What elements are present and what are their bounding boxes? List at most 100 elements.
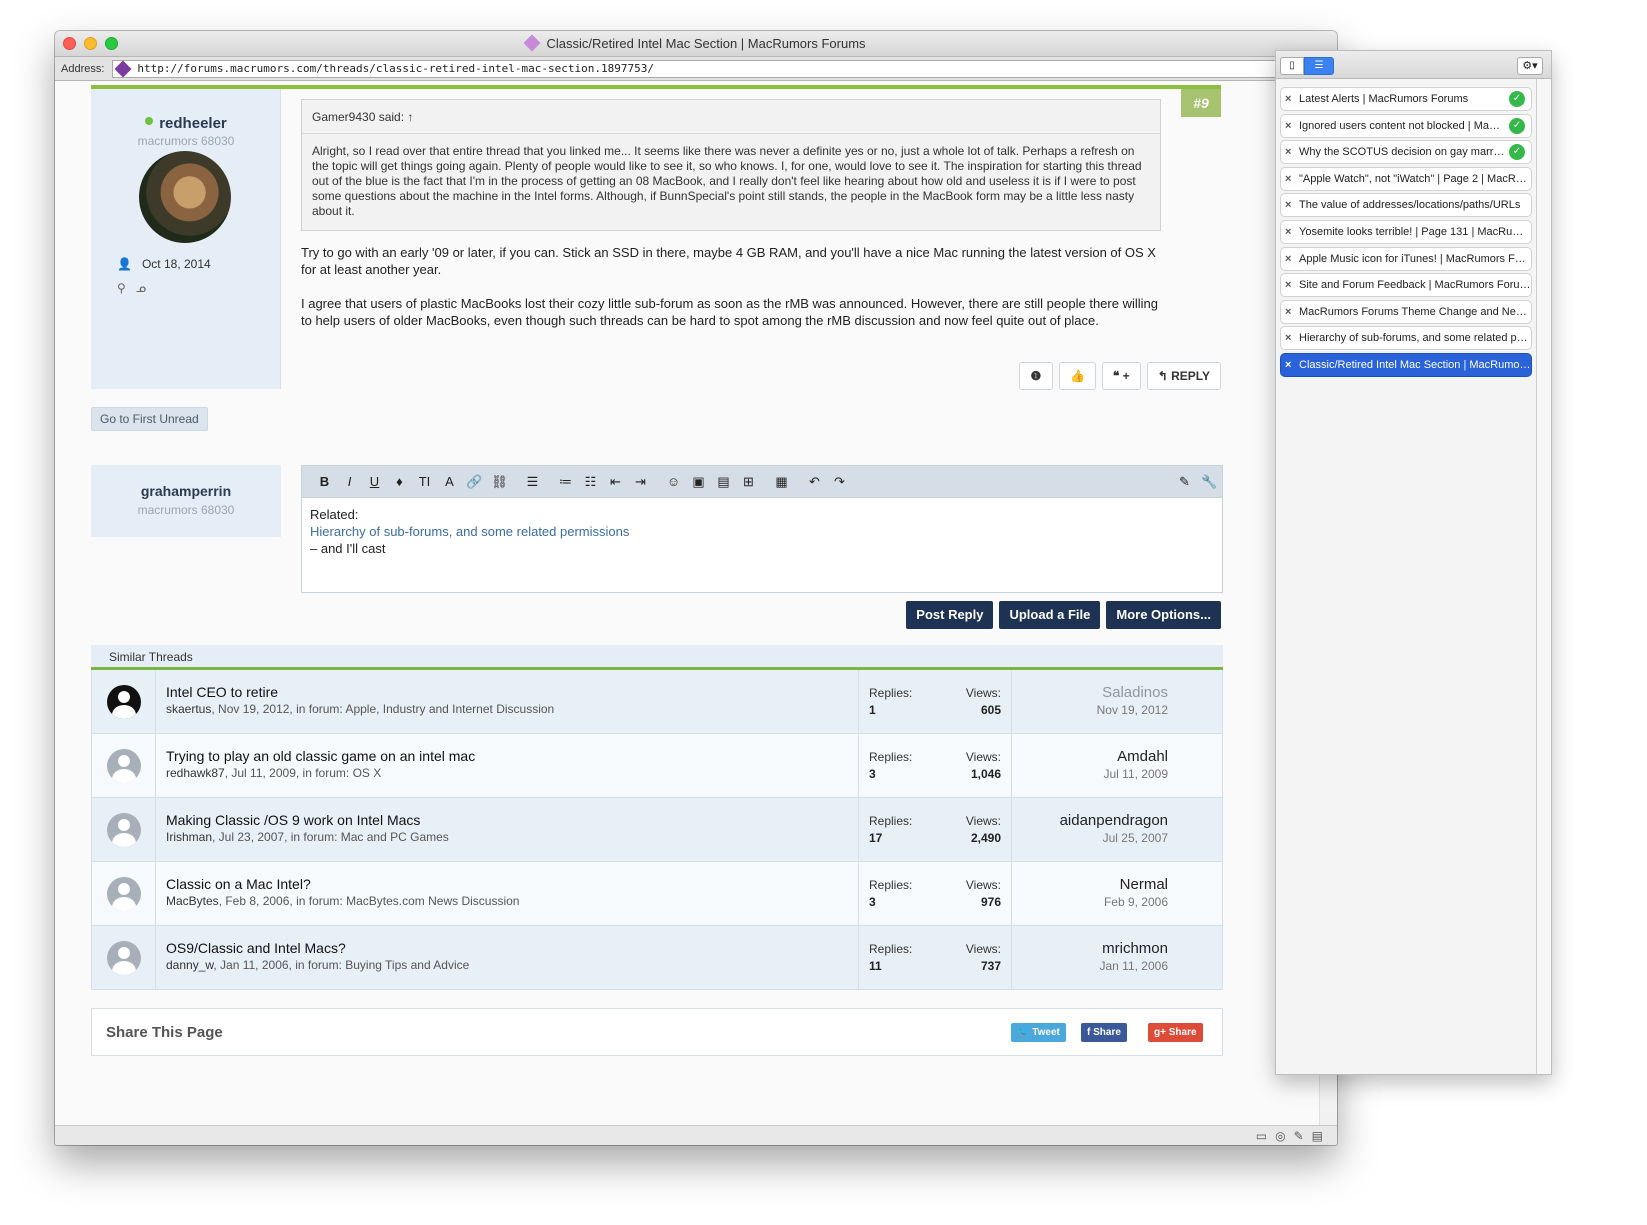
thread-author[interactable]: MacBytes	[166, 894, 219, 908]
font-family-icon[interactable]: A	[437, 474, 462, 489]
sidebar-tab-title[interactable]: The value of addresses/locations/paths/U…	[1299, 199, 1531, 211]
image-icon[interactable]: ▣	[686, 474, 711, 490]
close-tab-icon[interactable]: ×	[1285, 93, 1299, 105]
notes-icon[interactable]: ▤	[1312, 1129, 1323, 1143]
minimize-button[interactable]	[84, 37, 97, 50]
sidebar-tab-title[interactable]: "Apple Watch", not "iWatch" | Page 2 | M…	[1299, 173, 1531, 185]
avatar[interactable]	[139, 151, 231, 243]
last-post-date[interactable]: Jan 11, 2006	[1012, 959, 1168, 973]
bullet-list-icon[interactable]: ≔	[553, 474, 578, 490]
sidebar-tab-item[interactable]: × "Apple Watch", not "iWatch" | Page 2 | …	[1280, 166, 1532, 191]
close-tab-icon[interactable]: ×	[1285, 279, 1299, 291]
list-view-icon[interactable]: ☰	[1304, 57, 1334, 75]
align-icon[interactable]: ☰	[520, 474, 545, 490]
media-icon[interactable]: ▤	[711, 474, 736, 490]
last-post-user[interactable]: Nermal	[1012, 876, 1168, 893]
text-color-icon[interactable]: ♦	[387, 474, 412, 489]
edit-icon[interactable]: ✎	[1294, 1129, 1304, 1143]
report-button[interactable]: ❶	[1018, 362, 1053, 390]
sidebar-tab-title[interactable]: Site and Forum Feedback | MacRumors Foru…	[1299, 279, 1531, 291]
last-post-date[interactable]: Jul 25, 2007	[1012, 831, 1168, 845]
italic-icon[interactable]: I	[337, 474, 362, 489]
quote-author[interactable]: Gamer9430 said: ↑	[302, 100, 1160, 134]
more-options-button[interactable]: More Options...	[1106, 601, 1221, 629]
numbered-list-icon[interactable]: ☷	[578, 474, 603, 490]
close-tab-icon[interactable]: ×	[1285, 359, 1299, 371]
thread-avatar[interactable]	[92, 798, 156, 861]
close-button[interactable]	[63, 37, 76, 50]
undo-icon[interactable]: ↶	[802, 474, 827, 490]
multi-quote-button[interactable]: ❝ +	[1101, 362, 1141, 390]
smilie-icon[interactable]: ☺	[661, 474, 686, 489]
close-tab-icon[interactable]: ×	[1285, 120, 1299, 132]
sidebar-tab-item[interactable]: × Apple Music icon for iTunes! | MacRumor…	[1280, 246, 1532, 271]
zoom-button[interactable]	[105, 37, 118, 50]
editor-link[interactable]: Hierarchy of sub-forums, and some relate…	[310, 523, 1214, 540]
sidebar-scrollbar[interactable]	[1536, 79, 1551, 1074]
last-post-user[interactable]: Saladinos	[1012, 684, 1168, 701]
font-size-icon[interactable]: TI	[412, 474, 437, 489]
last-post-user[interactable]: mrichmon	[1012, 940, 1168, 957]
screen-icon[interactable]: ▭	[1256, 1129, 1267, 1143]
sidebar-tab-item[interactable]: × Hierarchy of sub-forums, and some relat…	[1280, 326, 1532, 351]
sidebar-tab-title[interactable]: Yosemite looks terrible! | Page 131 | Ma…	[1299, 226, 1531, 238]
post-number[interactable]: #9	[1181, 89, 1221, 117]
sidebar-tab-title[interactable]: Ignored users content not blocked | MacR…	[1299, 120, 1505, 132]
thread-author[interactable]: skaertus	[166, 702, 211, 716]
post-username[interactable]: redheeler	[91, 115, 281, 132]
save-draft-icon[interactable]: ▦	[769, 474, 794, 490]
sidebar-tab-title[interactable]: Apple Music icon for iTunes! | MacRumors…	[1299, 253, 1531, 265]
close-tab-icon[interactable]: ×	[1285, 199, 1299, 211]
close-tab-icon[interactable]: ×	[1285, 173, 1299, 185]
sidebar-tab-item[interactable]: ×MacRumors Forums Theme Change and New F…	[1280, 299, 1532, 324]
sidebar-tab-item[interactable]: × Ignored users content not blocked | Mac…	[1280, 113, 1532, 138]
sidebar-tab-item[interactable]: × Yosemite looks terrible! | Page 131 | M…	[1280, 219, 1532, 244]
link-icon[interactable]: 🔗	[462, 474, 487, 490]
thread-title[interactable]: Intel CEO to retire	[166, 684, 848, 700]
reply-editor[interactable]: B I U ♦ TI A 🔗 ⛓ ☰ ≔ ☷ ⇤ ⇥ ☺ ▣ ▤ ⊞ ▦ ↶ ↷…	[301, 465, 1223, 593]
sidebar-tab-title[interactable]: Why the SCOTUS decision on gay marriage…	[1299, 146, 1505, 158]
google-share-button[interactable]: g+ Share	[1148, 1023, 1203, 1042]
redo-icon[interactable]: ↷	[827, 474, 852, 490]
close-tab-icon[interactable]: ×	[1285, 332, 1299, 344]
settings-wrench-icon[interactable]: 🔧	[1197, 474, 1222, 490]
thread-title[interactable]: Classic on a Mac Intel?	[166, 876, 848, 892]
globe-icon[interactable]: ◎	[1275, 1129, 1285, 1143]
thread-avatar[interactable]	[92, 670, 156, 733]
tweet-button[interactable]: 🐦 Tweet	[1011, 1023, 1066, 1042]
facebook-share-button[interactable]: f Share	[1081, 1023, 1127, 1042]
sidebar-tab-item[interactable]: × Site and Forum Feedback | MacRumors For…	[1280, 273, 1532, 298]
url-field[interactable]: http://forums.macrumors.com/threads/clas…	[112, 59, 1309, 78]
sidebar-tab-item[interactable]: × The value of addresses/locations/paths/…	[1280, 193, 1532, 218]
close-tab-icon[interactable]: ×	[1285, 253, 1299, 265]
sidebar-tab-title[interactable]: MacRumors Forums Theme Change and New Fe…	[1299, 306, 1531, 318]
thread-title[interactable]: Making Classic /OS 9 work on Intel Macs	[166, 812, 848, 828]
thread-author[interactable]: danny_w	[166, 958, 213, 972]
thread-avatar[interactable]	[92, 862, 156, 925]
insert-icon[interactable]: ⊞	[736, 474, 761, 490]
reply-button[interactable]: ↰ REPLY	[1146, 362, 1221, 390]
thread-author[interactable]: Irishman	[166, 830, 212, 844]
post-reply-button[interactable]: Post Reply	[906, 601, 994, 629]
last-post-user[interactable]: aidanpendragon	[1012, 812, 1168, 829]
like-button[interactable]: 👍	[1058, 362, 1096, 390]
underline-icon[interactable]: U	[362, 474, 387, 489]
last-post-date[interactable]: Nov 19, 2012	[1012, 703, 1168, 717]
reply-username[interactable]: grahamperrin	[91, 483, 281, 499]
grid-view-icon[interactable]: ▯	[1280, 57, 1304, 75]
last-post-user[interactable]: Amdahl	[1012, 748, 1168, 765]
last-post-date[interactable]: Feb 9, 2006	[1012, 895, 1168, 909]
sidebar-tab-item[interactable]: × Latest Alerts | MacRumors Forums ✓	[1280, 87, 1532, 111]
thread-author[interactable]: redhawk87	[166, 766, 225, 780]
thread-title[interactable]: Trying to play an old classic game on an…	[166, 748, 848, 764]
indent-icon[interactable]: ⇥	[628, 474, 653, 490]
editor-content[interactable]: Related: Hierarchy of sub-forums, and so…	[302, 498, 1222, 565]
gear-icon[interactable]: ⚙▾	[1517, 57, 1543, 75]
outdent-icon[interactable]: ⇤	[603, 474, 628, 490]
sidebar-tab-title[interactable]: Latest Alerts | MacRumors Forums	[1299, 93, 1505, 105]
remove-format-icon[interactable]: ✎	[1172, 474, 1197, 490]
thread-avatar[interactable]	[92, 734, 156, 797]
sidebar-tab-title[interactable]: Classic/Retired Intel Mac Section | MacR…	[1299, 359, 1531, 371]
sidebar-tab-item[interactable]: × Classic/Retired Intel Mac Section | Mac…	[1280, 352, 1532, 377]
close-tab-icon[interactable]: ×	[1285, 306, 1299, 318]
